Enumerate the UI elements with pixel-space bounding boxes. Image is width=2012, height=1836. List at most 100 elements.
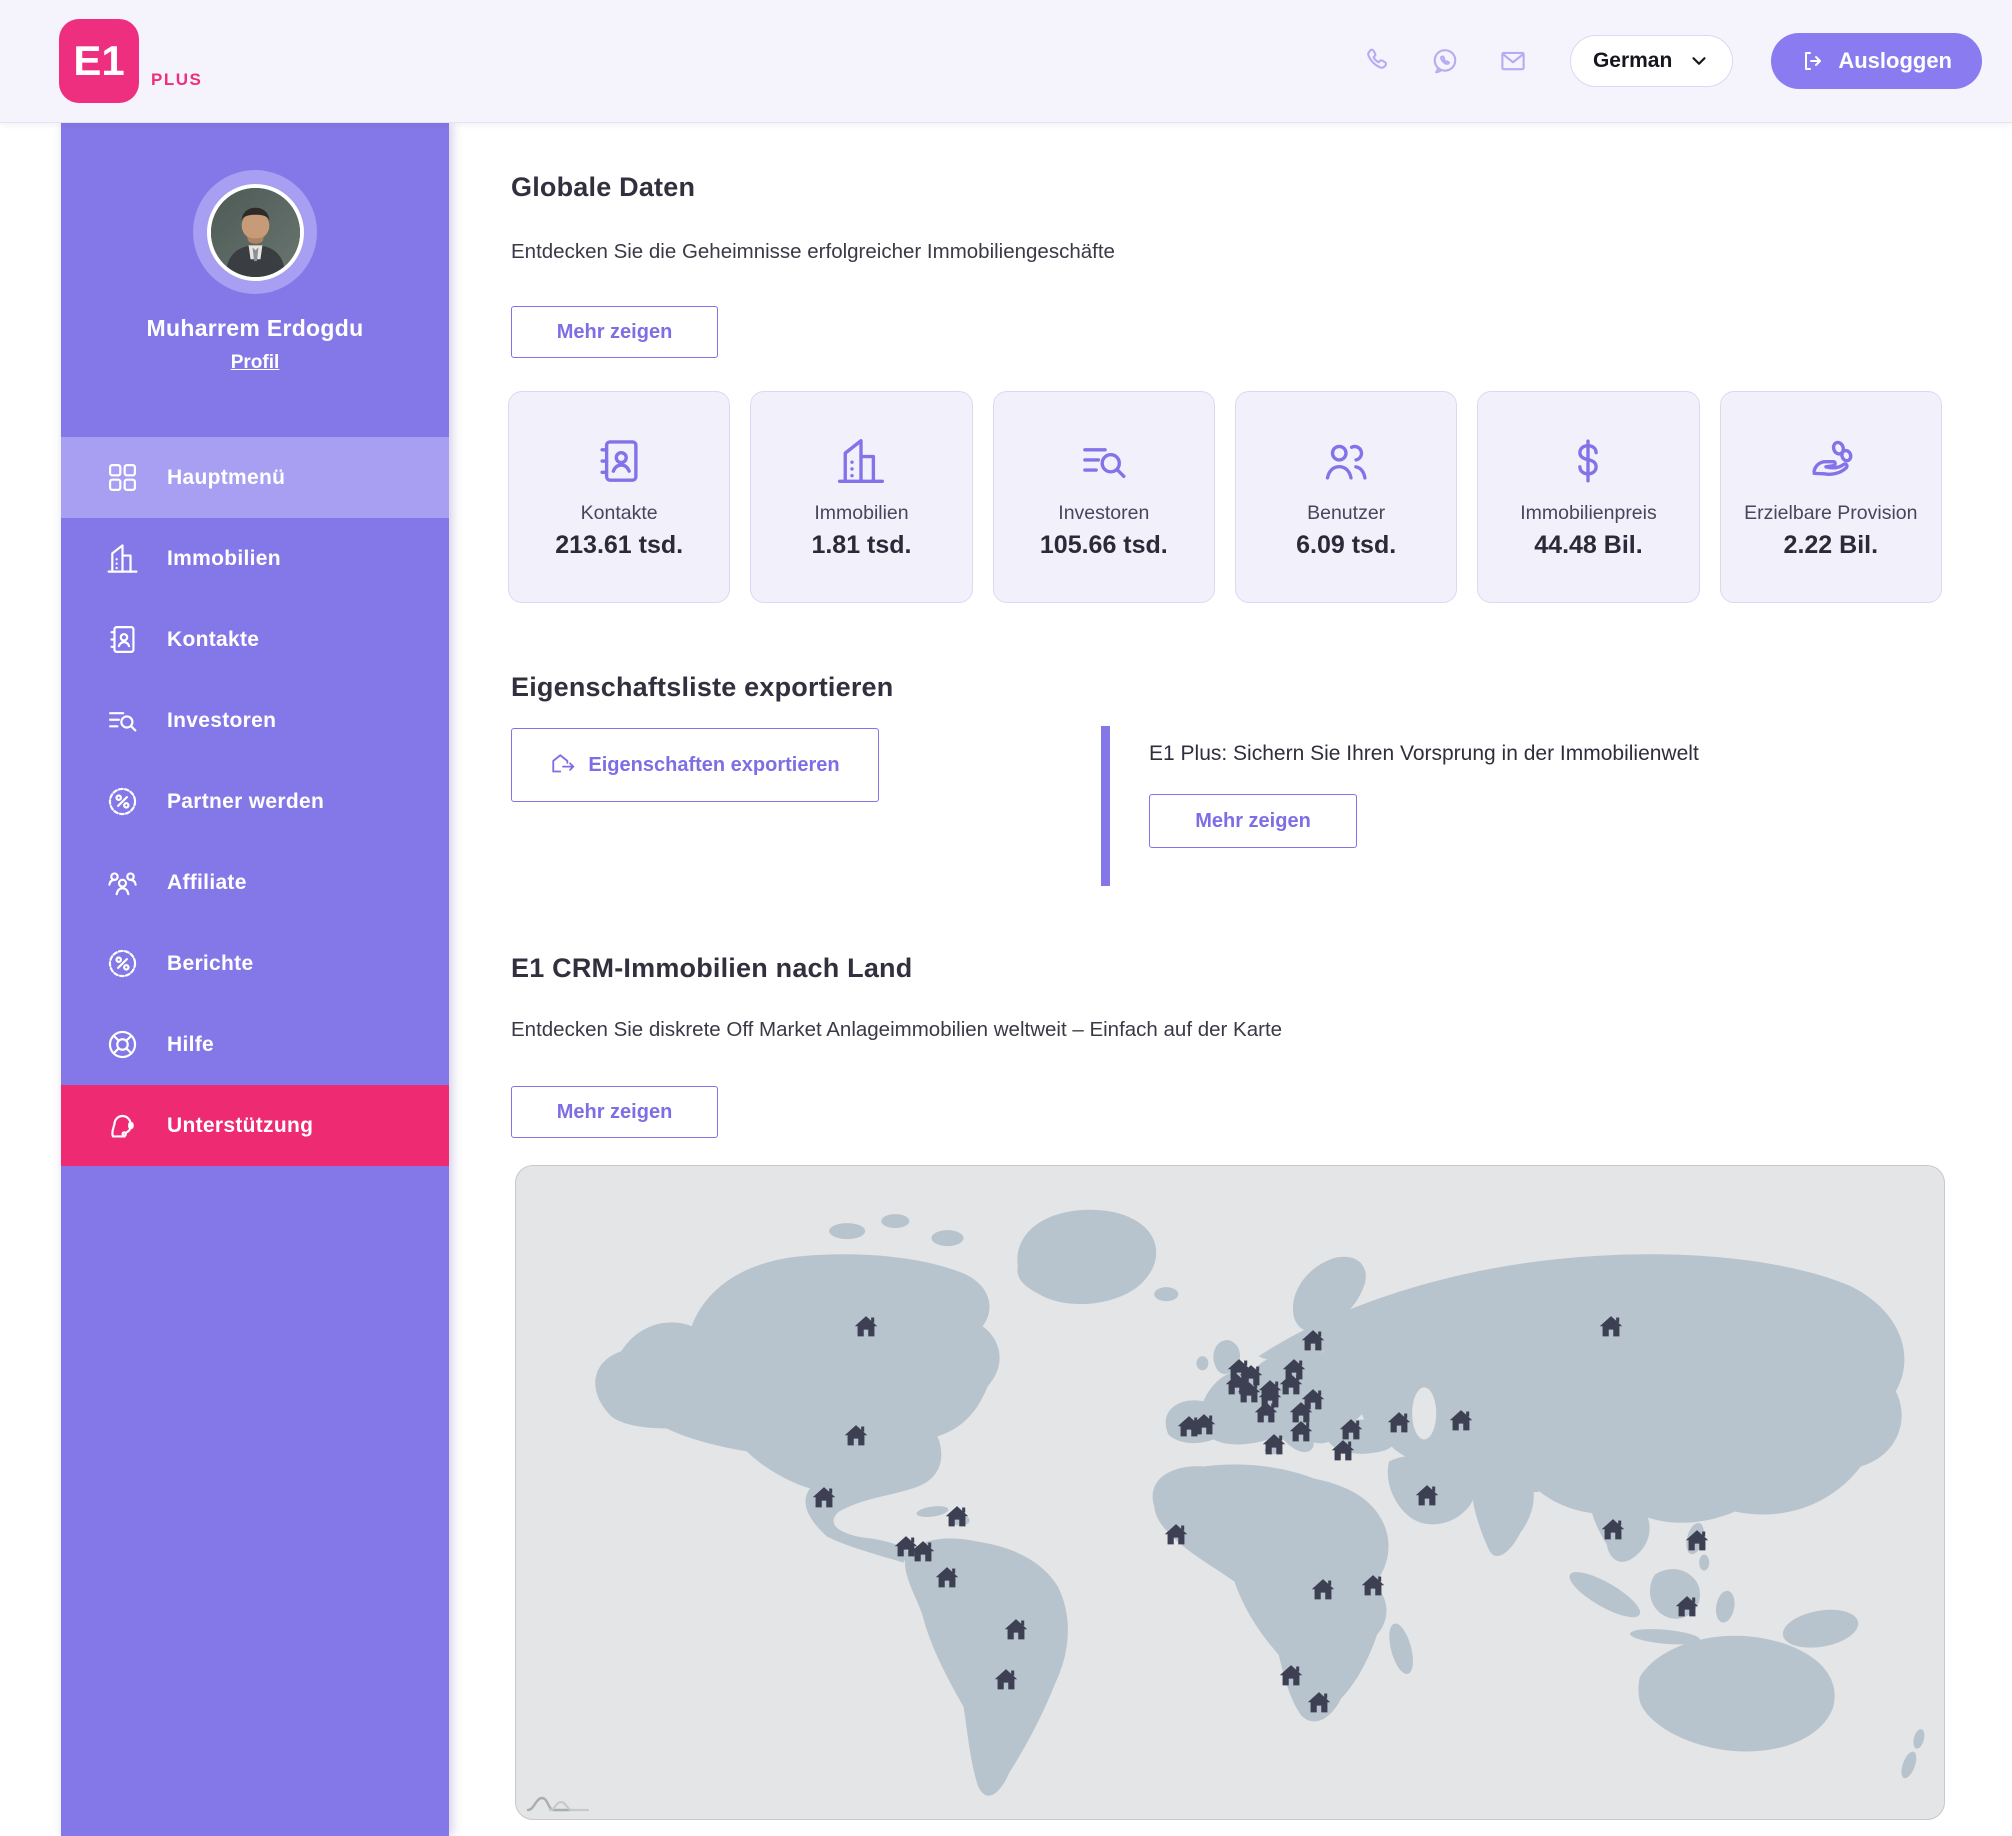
property-marker[interactable] [1385,1409,1412,1436]
house-icon [944,1503,971,1530]
stat-label: Kontakte [581,502,658,525]
sidebar-item-label: Unterstützung [167,1114,313,1138]
sidebar-item-hauptmenu[interactable]: Hauptmenü [61,437,449,518]
language-value: German [1593,49,1672,73]
sidebar-item-label: Partner werden [167,790,324,814]
property-marker[interactable] [1414,1482,1441,1509]
stat-label: Benutzer [1307,502,1385,525]
app-logo: E1 [59,19,139,103]
list-search-icon [1077,434,1131,488]
sidebar-item-hilfe[interactable]: Hilfe [61,1004,449,1085]
global-more-button[interactable]: Mehr zeigen [511,306,718,358]
property-marker[interactable] [852,1313,879,1340]
phone-icon[interactable] [1362,46,1392,76]
stat-card-provision[interactable]: Erzielbare Provision 2.22 Bil. [1720,391,1942,603]
mail-icon[interactable] [1498,46,1528,76]
sidebar-item-immobilien[interactable]: Immobilien [61,518,449,599]
promo-quote-block: E1 Plus: Sichern Sie Ihren Vorsprung in … [1101,726,1801,886]
property-marker[interactable] [1305,1689,1332,1716]
property-marker[interactable] [1261,1431,1288,1458]
house-icon [934,1564,961,1591]
sidebar-item-label: Investoren [167,709,276,733]
people-group-icon [105,865,140,900]
sidebar-item-label: Berichte [167,952,253,976]
sidebar-item-label: Immobilien [167,547,281,571]
property-marker[interactable] [1162,1521,1189,1548]
stat-card-benutzer[interactable]: Benutzer 6.09 tsd. [1235,391,1457,603]
sidebar-item-label: Hauptmenü [167,466,285,490]
lifebuoy-icon [105,1027,140,1062]
property-marker[interactable] [1448,1407,1475,1434]
contact-book-icon [592,434,646,488]
house-icon [1278,1662,1305,1689]
house-icon [1309,1576,1336,1603]
avatar[interactable] [207,184,304,281]
property-marker[interactable] [1359,1572,1386,1599]
stat-label: Immobilien [814,502,908,525]
stat-label: Immobilienpreis [1520,502,1657,525]
sidebar-item-label: Hilfe [167,1033,214,1057]
property-marker[interactable] [909,1538,936,1565]
grid-icon [105,460,140,495]
sidebar-item-unterstuetzung[interactable]: Unterstützung [61,1085,449,1166]
stat-card-kontakte[interactable]: Kontakte 213.61 tsd. [508,391,730,603]
property-marker[interactable] [934,1564,961,1591]
stat-card-investoren[interactable]: Investoren 105.66 tsd. [993,391,1215,603]
property-marker[interactable] [1599,1516,1626,1543]
map-more-button[interactable]: Mehr zeigen [511,1086,718,1138]
property-marker[interactable] [1191,1411,1218,1438]
property-marker[interactable] [944,1503,971,1530]
sidebar-item-kontakte[interactable]: Kontakte [61,599,449,680]
property-marker[interactable] [1278,1662,1305,1689]
sidebar-menu: Hauptmenü Immobilien Kontakte Investoren… [61,437,449,1166]
property-marker[interactable] [1252,1399,1279,1426]
logout-button[interactable]: Ausloggen [1771,33,1982,89]
property-marker[interactable] [1673,1593,1700,1620]
building-icon [834,434,888,488]
users-icon [1319,434,1373,488]
property-marker[interactable] [1683,1527,1710,1554]
stat-value: 2.22 Bil. [1784,531,1879,560]
house-icon [1598,1313,1625,1340]
property-marker[interactable] [1002,1615,1029,1642]
sidebar-item-berichte[interactable]: Berichte [61,923,449,1004]
world-map[interactable] [515,1165,1945,1820]
dollar-icon [1561,434,1615,488]
user-name: Muharrem Erdogdu [61,315,449,342]
sidebar-item-affiliate[interactable]: Affiliate [61,842,449,923]
house-icon [1385,1409,1412,1436]
profile-link[interactable]: Profil [61,352,449,374]
house-icon [1673,1593,1700,1620]
building-icon [105,541,140,576]
property-marker[interactable] [992,1666,1019,1693]
property-marker[interactable] [842,1421,869,1448]
language-selector[interactable]: German [1570,35,1733,87]
export-properties-button[interactable]: Eigenschaften exportieren [511,728,879,802]
hand-coins-icon [1804,434,1858,488]
property-marker[interactable] [1598,1313,1625,1340]
chart-watermark-logo [526,1791,592,1813]
house-icon [1261,1431,1288,1458]
house-icon [1252,1399,1279,1426]
stat-card-immobilien[interactable]: Immobilien 1.81 tsd. [750,391,972,603]
house-icon [1305,1689,1332,1716]
property-marker[interactable] [1288,1418,1315,1445]
property-marker[interactable] [811,1484,838,1511]
sidebar-item-label: Affiliate [167,871,247,895]
logout-icon [1801,49,1825,73]
stat-card-immobilienpreis[interactable]: Immobilienpreis 44.48 Bil. [1477,391,1699,603]
stat-cards-row: Kontakte 213.61 tsd. Immobilien 1.81 tsd… [508,391,1942,603]
global-data-subtitle: Entdecken Sie die Geheimnisse erfolgreic… [511,240,1115,264]
property-marker[interactable] [1299,1327,1326,1354]
sidebar-item-partner-werden[interactable]: Partner werden [61,761,449,842]
quote-more-button[interactable]: Mehr zeigen [1149,794,1357,848]
support-agent-icon [105,1108,140,1143]
stat-label: Erzielbare Provision [1744,502,1917,525]
house-icon [1299,1327,1326,1354]
property-marker[interactable] [1309,1576,1336,1603]
sidebar-item-investoren[interactable]: Investoren [61,680,449,761]
property-marker[interactable] [1338,1416,1365,1443]
house-icon [1288,1418,1315,1445]
stat-value: 1.81 tsd. [811,531,911,560]
whatsapp-icon[interactable] [1430,46,1460,76]
